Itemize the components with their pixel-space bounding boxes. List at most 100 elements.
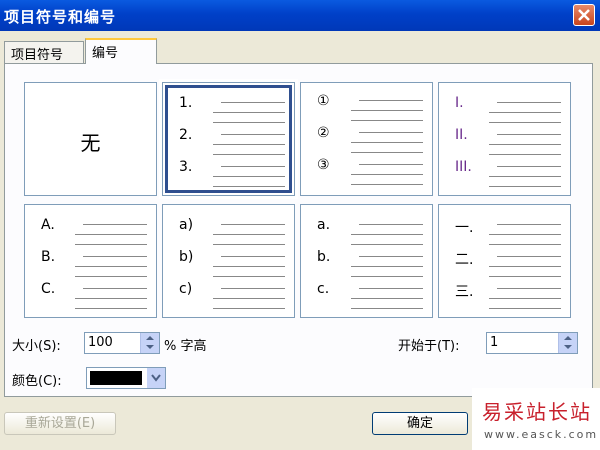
- marker: 一.: [455, 220, 474, 236]
- placeholder-line: [221, 134, 285, 135]
- spin-down-icon[interactable]: [564, 345, 572, 349]
- marker: 1.: [179, 95, 193, 111]
- size-spinner[interactable]: 100: [84, 332, 160, 354]
- color-swatch: [90, 371, 142, 385]
- placeholder-line: [351, 142, 423, 143]
- color-label: 颜色(C):: [12, 374, 62, 389]
- placeholder-line: [221, 224, 285, 225]
- color-picker[interactable]: [86, 367, 166, 389]
- placeholder-line: [213, 154, 285, 155]
- placeholder-line: [359, 132, 423, 133]
- placeholder-line: [351, 308, 423, 309]
- placeholder-line: [489, 234, 561, 235]
- marker: ①: [317, 93, 330, 109]
- tab-numbering-label: 编号: [92, 46, 119, 61]
- marker: 三.: [455, 284, 474, 300]
- placeholder-line: [213, 176, 285, 177]
- marker: B.: [41, 249, 56, 265]
- placeholder-line: [83, 256, 147, 257]
- marker: 二.: [455, 252, 474, 268]
- placeholder-line: [213, 112, 285, 113]
- placeholder-line: [351, 266, 423, 267]
- marker: ③: [317, 157, 330, 173]
- placeholder-line: [497, 134, 561, 135]
- placeholder-line: [351, 276, 423, 277]
- placeholder-line: [497, 288, 561, 289]
- size-value: 100: [88, 335, 113, 350]
- placeholder-line: [351, 244, 423, 245]
- start-spin-buttons[interactable]: [558, 333, 577, 353]
- placeholder-line: [489, 276, 561, 277]
- placeholder-line: [359, 256, 423, 257]
- placeholder-line: [359, 164, 423, 165]
- style-lower-alpha-paren[interactable]: a) b) c): [162, 204, 295, 318]
- placeholder-line: [213, 266, 285, 267]
- placeholder-line: [75, 308, 147, 309]
- marker: a.: [317, 217, 331, 233]
- placeholder-line: [497, 166, 561, 167]
- placeholder-line: [213, 308, 285, 309]
- marker: III.: [455, 159, 472, 175]
- placeholder-line: [75, 276, 147, 277]
- placeholder-line: [489, 186, 561, 187]
- size-spin-buttons[interactable]: [140, 333, 159, 353]
- placeholder-line: [489, 154, 561, 155]
- placeholder-line: [497, 102, 561, 103]
- style-upper-alpha[interactable]: A. B. C.: [24, 204, 157, 318]
- placeholder-line: [75, 234, 147, 235]
- placeholder-line: [213, 122, 285, 123]
- marker: b): [179, 249, 194, 265]
- style-chinese-numerals[interactable]: 一. 二. 三.: [438, 204, 571, 318]
- chevron-down-icon: [151, 374, 161, 382]
- close-button[interactable]: [573, 4, 595, 26]
- style-roman-numerals[interactable]: I. II. III.: [438, 82, 571, 196]
- size-label: 大小(S):: [12, 339, 61, 354]
- marker: c.: [317, 281, 330, 297]
- placeholder-line: [489, 112, 561, 113]
- spin-up-icon[interactable]: [146, 336, 154, 340]
- start-at-spinner[interactable]: 1: [486, 332, 578, 354]
- reset-button[interactable]: 重新设置(E): [4, 412, 116, 435]
- placeholder-line: [489, 308, 561, 309]
- placeholder-line: [489, 244, 561, 245]
- spin-up-icon[interactable]: [564, 336, 572, 340]
- tab-bullets[interactable]: 项目符号: [4, 41, 84, 63]
- placeholder-line: [359, 224, 423, 225]
- start-at-value: 1: [490, 335, 499, 350]
- style-circled-numbers[interactable]: ① ② ③: [300, 82, 433, 196]
- watermark-text: 易采站长站: [482, 400, 592, 424]
- tab-numbering[interactable]: 编号: [85, 38, 157, 64]
- placeholder-line: [75, 266, 147, 267]
- style-arabic-numerals[interactable]: 1. 2. 3.: [159, 79, 298, 199]
- placeholder-line: [489, 144, 561, 145]
- placeholder-line: [351, 152, 423, 153]
- marker: b.: [317, 249, 331, 265]
- placeholder-line: [351, 184, 423, 185]
- placeholder-line: [359, 288, 423, 289]
- placeholder-line: [213, 276, 285, 277]
- marker: A.: [41, 217, 55, 233]
- watermark: 易采站长站 www.easck.com: [472, 388, 600, 450]
- placeholder-line: [213, 186, 285, 187]
- start-at-label: 开始于(T):: [398, 339, 460, 354]
- marker: a): [179, 217, 194, 233]
- style-none[interactable]: 无: [24, 82, 157, 196]
- close-icon: [578, 9, 590, 21]
- placeholder-line: [213, 144, 285, 145]
- placeholder-line: [75, 244, 147, 245]
- spin-down-icon[interactable]: [146, 345, 154, 349]
- placeholder-line: [221, 102, 285, 103]
- placeholder-line: [221, 256, 285, 257]
- size-unit-label: % 字高: [164, 339, 207, 354]
- title-bar: 项目符号和编号: [0, 0, 600, 31]
- color-dropdown-button[interactable]: [147, 368, 165, 388]
- ok-button[interactable]: 确定: [372, 412, 468, 435]
- placeholder-line: [489, 266, 561, 267]
- placeholder-line: [75, 298, 147, 299]
- style-lower-alpha-dot[interactable]: a. b. c.: [300, 204, 433, 318]
- placeholder-line: [213, 234, 285, 235]
- marker: c): [179, 281, 193, 297]
- tab-bullets-label: 项目符号: [11, 48, 64, 63]
- placeholder-line: [83, 288, 147, 289]
- placeholder-line: [489, 122, 561, 123]
